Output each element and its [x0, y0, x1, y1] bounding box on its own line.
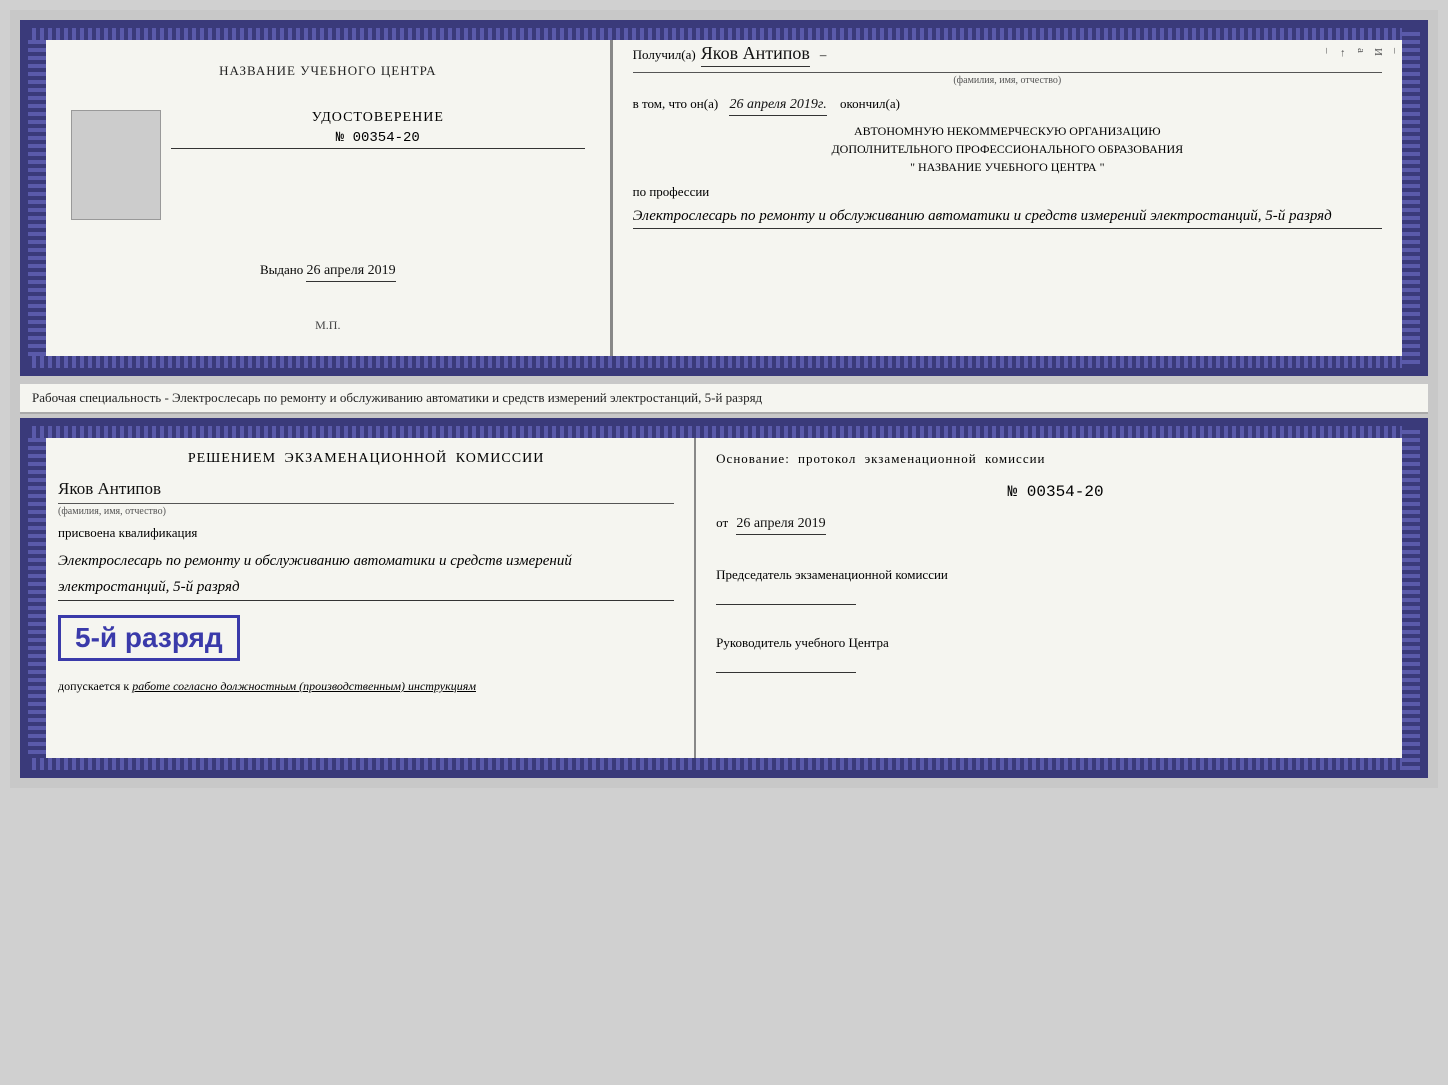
- ot-label: от: [716, 515, 728, 530]
- chairman-block: Председатель экзаменационной комиссии: [716, 565, 1395, 610]
- udostoverenie-block: УДОСТОВЕРЕНИЕ № 00354-20: [171, 110, 585, 149]
- vtom-date: 26 апреля 2019г.: [729, 97, 826, 116]
- okonchil-label: окончил(а): [840, 96, 900, 111]
- chairman-signature: [716, 585, 856, 605]
- org-line2: ДОПОЛНИТЕЛЬНОГО ПРОФЕССИОНАЛЬНОГО ОБРАЗО…: [633, 140, 1382, 158]
- rukovoditel-label: Руководитель учебного Центра: [716, 633, 1395, 653]
- top-document: НАЗВАНИЕ УЧЕБНОГО ЦЕНТРА УДОСТОВЕРЕНИЕ №…: [20, 20, 1428, 376]
- working-specialty-label: Рабочая специальность - Электрослесарь п…: [20, 384, 1428, 414]
- mp-label: М.П.: [315, 318, 340, 333]
- vtom-label: в том, что он(а): [633, 96, 719, 111]
- vidano-label: Выдано: [260, 262, 303, 277]
- chairman-label: Председатель экзаменационной комиссии: [716, 565, 1395, 585]
- poluchil-label: Получил(а): [633, 47, 696, 63]
- org-name: НАЗВАНИЕ УЧЕБНОГО ЦЕНТРА: [918, 160, 1097, 174]
- org-block: АВТОНОМНУЮ НЕКОММЕРЧЕСКУЮ ОРГАНИЗАЦИЮ ДО…: [633, 122, 1382, 176]
- ot-date-line: от 26 апреля 2019: [716, 515, 1395, 535]
- cert-center-block: УДОСТОВЕРЕНИЕ № 00354-20: [71, 110, 585, 220]
- ot-date: 26 апреля 2019: [736, 516, 825, 535]
- org-quote1: ": [910, 160, 915, 174]
- side-text-right-bottom: – – – И а ← – – – –: [1407, 456, 1418, 684]
- page-wrapper: НАЗВАНИЕ УЧЕБНОГО ЦЕНТРА УДОСТОВЕРЕНИЕ №…: [10, 10, 1438, 788]
- left-content: НАЗВАНИЕ УЧЕБНОГО ЦЕНТРА УДОСТОВЕРЕНИЕ №…: [71, 48, 585, 348]
- top-doc-left: НАЗВАНИЕ УЧЕБНОГО ЦЕНТРА УДОСТОВЕРЕНИЕ №…: [28, 28, 613, 368]
- profession-text-top: Электрослесарь по ремонту и обслуживанию…: [633, 204, 1382, 229]
- bottom-doc-left: Решением экзаменационной комиссии Яков А…: [28, 426, 696, 770]
- poluchil-line: Получил(а) Яков Антипов –: [633, 43, 1382, 67]
- protocol-number: № 00354-20: [716, 483, 1395, 501]
- fio-sublabel-top: (фамилия, имя, отчество): [633, 72, 1382, 86]
- udostoverenie-title: УДОСТОВЕРЕНИЕ: [171, 110, 585, 126]
- dopuskaetsya-line: допускается к работе согласно должностны…: [58, 679, 674, 694]
- cert-number-left: № 00354-20: [171, 130, 585, 149]
- school-name-left: НАЗВАНИЕ УЧЕБНОГО ЦЕНТРА: [219, 63, 436, 79]
- dopuskaetsya-label: допускается к: [58, 679, 129, 693]
- osnovanie-label: Основание: протокол экзаменационной коми…: [716, 451, 1395, 467]
- razryad-badge-block: 5-й разряд: [58, 609, 674, 667]
- org-quote2: ": [1100, 160, 1105, 174]
- vidano-date: 26 апреля 2019: [306, 263, 395, 282]
- fio-value-top: Яков Антипов: [701, 43, 810, 67]
- fio-handwritten-block: Яков Антипов (фамилия, имя, отчество): [58, 475, 674, 517]
- org-line1: АВТОНОМНУЮ НЕКОММЕРЧЕСКУЮ ОРГАНИЗАЦИЮ: [633, 122, 1382, 140]
- fio-dash: –: [820, 47, 827, 63]
- dopusk-text: работе согласно должностным (производств…: [132, 679, 476, 693]
- rukovoditel-block: Руководитель учебного Центра: [716, 633, 1395, 678]
- photo-placeholder: [71, 110, 161, 220]
- top-doc-right: Получил(а) Яков Антипов – (фамилия, имя,…: [613, 28, 1420, 368]
- prisvoena-label: присвоена квалификация: [58, 525, 674, 541]
- bottom-doc-right: Основание: протокол экзаменационной коми…: [696, 426, 1420, 770]
- side-text-right-top: – – И а ← –: [1321, 48, 1418, 59]
- po-professii-label: по профессии: [633, 184, 1382, 200]
- qualification-handwritten: Электрослесарь по ремонту и обслуживанию…: [58, 549, 674, 601]
- bottom-document: Решением экзаменационной комиссии Яков А…: [20, 418, 1428, 778]
- resheniem-title: Решением экзаменационной комиссии: [58, 451, 674, 467]
- razryad-badge: 5-й разряд: [58, 615, 240, 661]
- vidano-block: Выдано 26 апреля 2019: [260, 262, 396, 282]
- org-name-line: " НАЗВАНИЕ УЧЕБНОГО ЦЕНТРА ": [633, 158, 1382, 176]
- vtom-line: в том, что он(а) 26 апреля 2019г. окончи…: [633, 96, 1382, 116]
- fio-handwritten: Яков Антипов: [58, 479, 674, 499]
- rukovoditel-signature: [716, 653, 856, 673]
- fio-sub-bottom: (фамилия, имя, отчество): [58, 503, 674, 517]
- right-content: Получил(а) Яков Антипов – (фамилия, имя,…: [633, 43, 1382, 229]
